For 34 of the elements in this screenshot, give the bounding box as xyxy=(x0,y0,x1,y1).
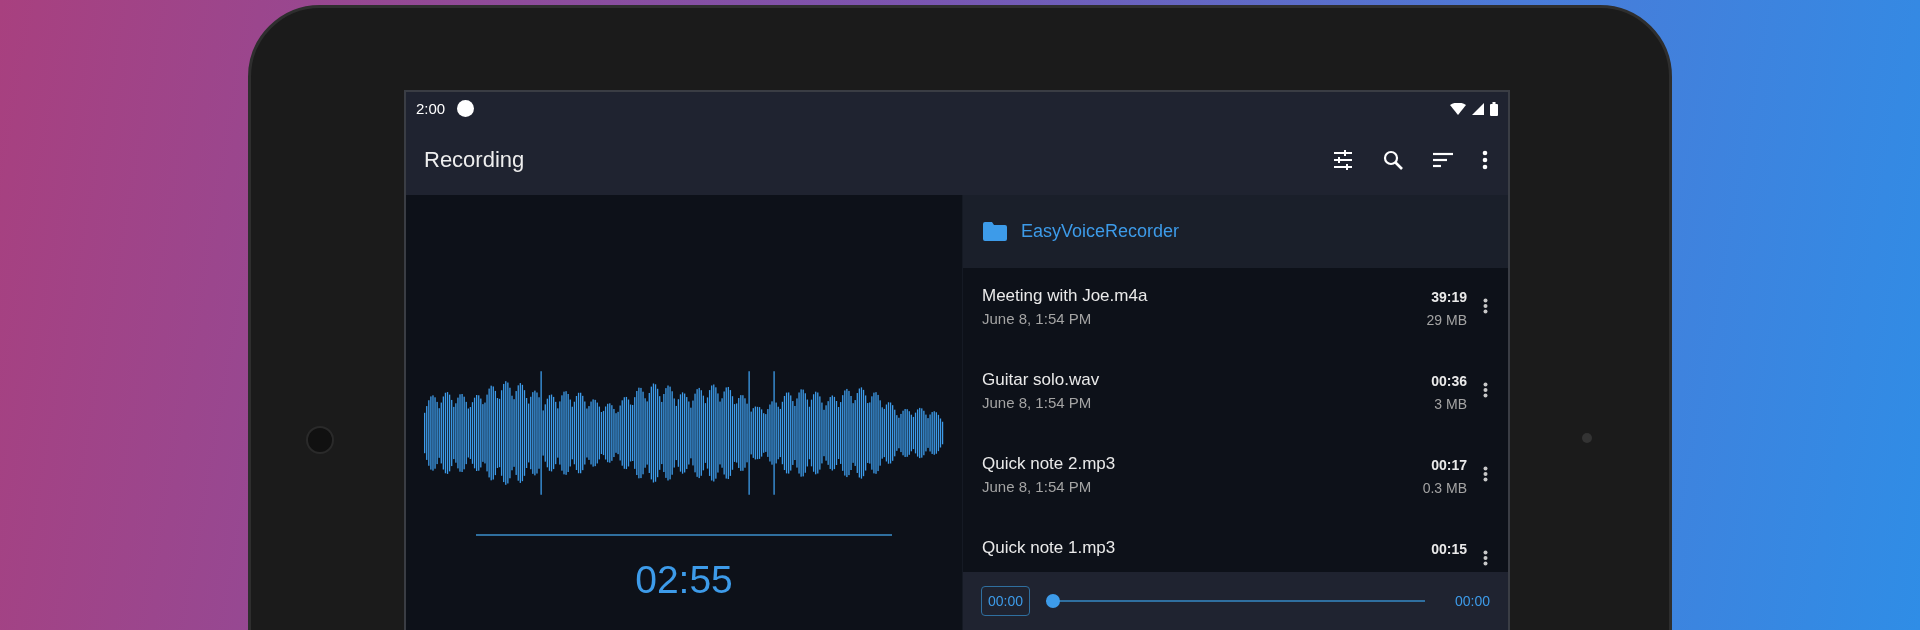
elapsed-time: 02:55 xyxy=(635,558,733,602)
recording-date: June 8, 1:54 PM xyxy=(982,478,1093,495)
notification-icon xyxy=(457,100,475,117)
recording-name: Meeting with Joe.m4a xyxy=(982,286,1149,306)
slider-thumb[interactable] xyxy=(1046,594,1061,608)
recording-size: 0.3 MB xyxy=(1422,480,1467,496)
recording-item[interactable]: Guitar solo.wav June 8, 1:54 PM 00:36 3 MB xyxy=(963,352,1508,436)
seek-slider[interactable] xyxy=(1046,594,1425,608)
recording-duration: 00:17 xyxy=(1431,457,1467,473)
status-time: 2:00 xyxy=(416,100,446,117)
battery-icon xyxy=(1490,101,1498,116)
folder-header[interactable]: EasyVoiceRecorder xyxy=(963,195,1508,268)
recording-date: June 8, 1:54 PM xyxy=(982,310,1093,327)
recording-size: 3 MB xyxy=(1434,396,1467,412)
camera-dot xyxy=(1582,433,1592,443)
recording-item[interactable]: Meeting with Joe.m4a June 8, 1:54 PM 39:19 29 MB xyxy=(963,268,1508,352)
wifi-icon xyxy=(1450,102,1466,115)
position-time: 00:00 xyxy=(981,586,1031,616)
signal-icon xyxy=(1472,102,1484,115)
recording-item[interactable]: Quick note 2.mp3 June 8, 1:54 PM 00:17 0.3 MB xyxy=(963,436,1508,520)
recording-size: 29 MB xyxy=(1426,312,1467,328)
app-title: Recording xyxy=(424,147,525,173)
recording-item[interactable]: Quick note 1.mp3 00:15 xyxy=(963,520,1508,572)
folder-icon xyxy=(983,222,1007,241)
recording-name: Quick note 1.mp3 xyxy=(982,538,1117,558)
recording-duration: 00:36 xyxy=(1431,373,1467,389)
recording-duration: 39:19 xyxy=(1431,289,1467,305)
recording-duration: 00:15 xyxy=(1431,541,1467,557)
recording-name: Quick note 2.mp3 xyxy=(982,454,1117,474)
recording-date: June 8, 1:54 PM xyxy=(982,394,1093,411)
camera-dot xyxy=(306,426,334,454)
folder-name: EasyVoiceRecorder xyxy=(1021,221,1180,242)
total-duration: 00:00 xyxy=(1454,593,1490,609)
recording-name: Guitar solo.wav xyxy=(982,370,1101,390)
